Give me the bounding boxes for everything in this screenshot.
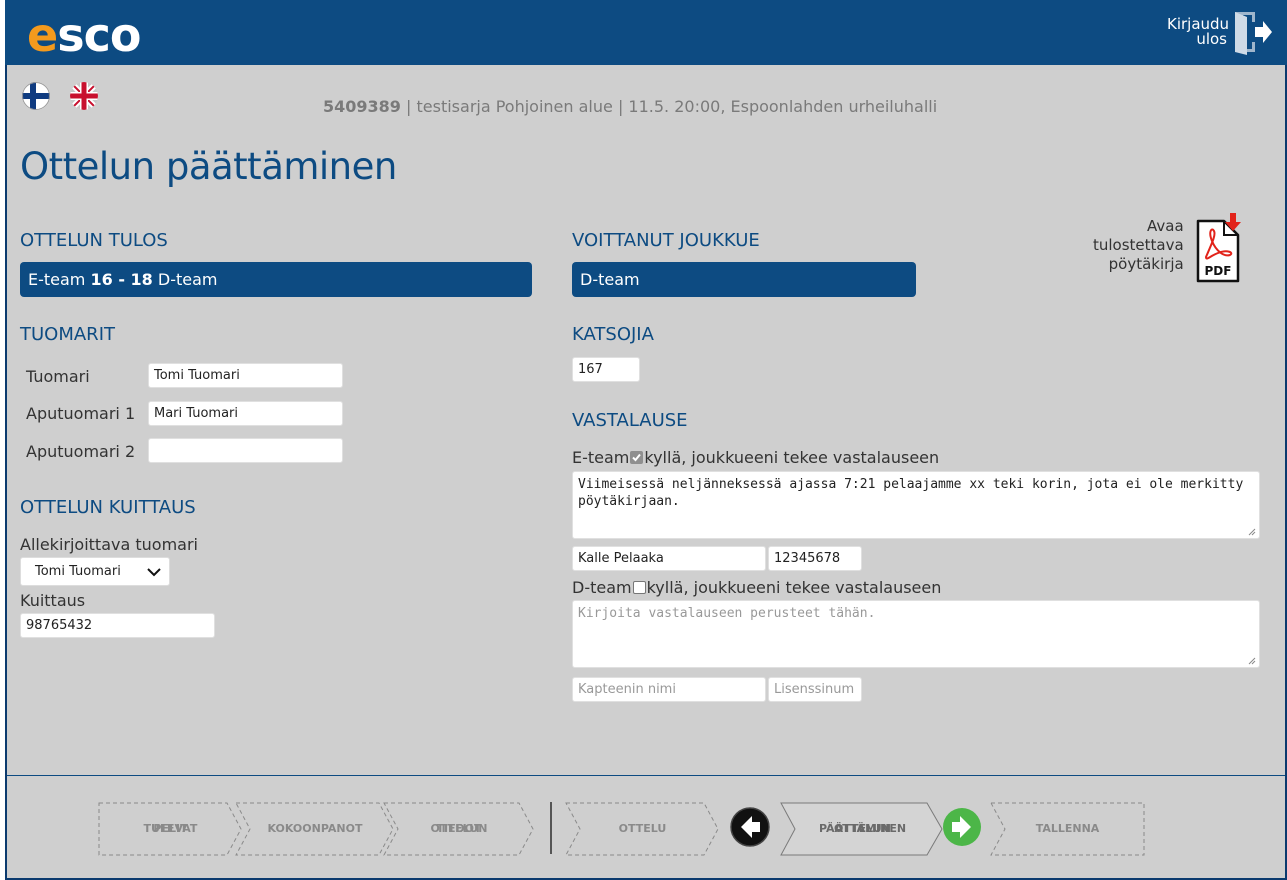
back-arrow-button[interactable] bbox=[730, 807, 770, 847]
referee-input[interactable]: Tomi Tuomari bbox=[148, 363, 343, 388]
logout-button[interactable]: Kirjaudu ulos bbox=[1167, 8, 1273, 56]
d-team-protest-row: D-team kyllä, joukkueeni tekee vastalause… bbox=[572, 578, 942, 597]
pdf-icon: PDF bbox=[1196, 213, 1241, 283]
signing-referee-select[interactable]: Tomi Tuomari bbox=[20, 557, 170, 586]
resize-handle-icon[interactable] bbox=[1246, 526, 1256, 536]
d-team-protest-text[interactable]: Kirjoita vastalauseen perusteet tähän. bbox=[572, 600, 1260, 668]
spectators-title: KATSOJIA bbox=[572, 324, 654, 345]
e-team-license-input[interactable]: 12345678 bbox=[768, 546, 862, 571]
match-id: 5409389 bbox=[323, 97, 401, 116]
d-team-captain-input[interactable]: Kapteenin nimi bbox=[572, 677, 766, 702]
e-team-protest-text[interactable]: Viimeisessä neljänneksessä ajassa 7:21 p… bbox=[572, 471, 1260, 539]
assistant-referee-1-input[interactable]: Mari Tuomari bbox=[148, 401, 343, 426]
step-match[interactable]: OTTELU bbox=[565, 802, 720, 856]
step-upcoming-games[interactable]: TULEVAT PELIT bbox=[98, 802, 243, 856]
resize-handle-icon[interactable] bbox=[1246, 655, 1256, 665]
match-info: 5409389 | testisarja Pohjoinen alue | 11… bbox=[323, 97, 937, 116]
result-box: E-team 16 - 18 D-team bbox=[20, 262, 532, 297]
e-team-protest-checkbox[interactable] bbox=[630, 451, 644, 464]
d-team-license-input[interactable]: Lisenssinum bbox=[768, 677, 862, 702]
step-match-details[interactable]: OTTELUN TIEDOT bbox=[383, 802, 535, 856]
protest-title: VASTALAUSE bbox=[572, 410, 688, 431]
referees-title: TUOMARIT bbox=[20, 324, 115, 345]
match-details: | testisarja Pohjoinen alue | 11.5. 20:0… bbox=[400, 97, 938, 116]
svg-text:PDF: PDF bbox=[1204, 264, 1231, 278]
signing-referee-label: Allekirjoittava tuomari bbox=[20, 535, 198, 554]
referee-label: Tuomari bbox=[26, 367, 90, 386]
logout-label: Kirjaudu ulos bbox=[1167, 15, 1230, 48]
english-flag-icon[interactable] bbox=[70, 82, 98, 110]
step-lineups[interactable]: KOKOONPANOT bbox=[235, 802, 395, 856]
top-bar: esco Kirjaudu ulos bbox=[5, 0, 1287, 65]
d-team-protest-checkbox[interactable] bbox=[632, 581, 646, 594]
e-team-captain-input[interactable]: Kalle Pelaaka bbox=[572, 546, 766, 571]
confirmation-title: OTTELUN KUITTAUS bbox=[20, 497, 196, 518]
result-title: OTTELUN TULOS bbox=[20, 230, 168, 251]
esco-logo[interactable]: esco bbox=[27, 5, 141, 65]
next-arrow-button[interactable] bbox=[942, 807, 982, 847]
page-title: Ottelun päättäminen bbox=[20, 145, 397, 188]
open-pdf-link[interactable]: Avaa tulostettava pöytäkirja PDF bbox=[1093, 213, 1242, 285]
assistant-referee-1-label: Aputuomari 1 bbox=[26, 404, 136, 423]
assistant-referee-2-label: Aputuomari 2 bbox=[26, 442, 136, 461]
pdf-label: Avaa tulostettava pöytäkirja bbox=[1093, 217, 1184, 273]
confirmation-code-input[interactable]: 98765432 bbox=[20, 613, 215, 638]
winner-box: D-team bbox=[572, 262, 916, 297]
footer-divider bbox=[7, 775, 1285, 776]
chevron-down-icon bbox=[147, 568, 161, 577]
spectators-input[interactable]: 167 bbox=[572, 357, 640, 382]
confirmation-code-label: Kuittaus bbox=[20, 591, 86, 610]
logout-icon bbox=[1235, 12, 1272, 55]
e-team-protest-row: E-team kyllä, joukkueeni tekee vastalause… bbox=[572, 448, 940, 467]
step-separator bbox=[550, 802, 552, 854]
winner-title: VOITTANUT JOUKKUE bbox=[572, 230, 760, 251]
assistant-referee-2-input[interactable] bbox=[148, 438, 343, 463]
score: 16 - 18 bbox=[90, 270, 153, 289]
step-match-closing[interactable]: OTTELUN PÄÄTTÄMINEN bbox=[780, 802, 945, 856]
finnish-flag-icon[interactable] bbox=[22, 82, 50, 110]
step-save[interactable]: TALLENNA bbox=[990, 802, 1145, 856]
